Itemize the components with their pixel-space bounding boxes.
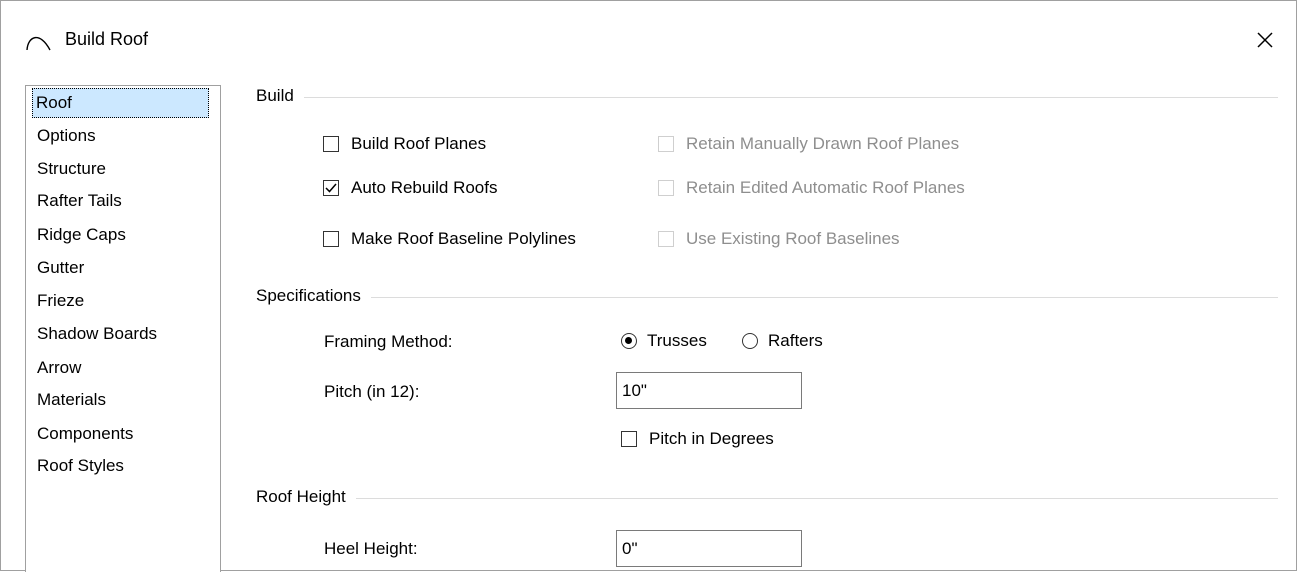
- build-heading: Build: [256, 86, 304, 106]
- checkbox-box: [658, 231, 674, 247]
- checkbox-box: [323, 180, 339, 196]
- retain-edited-automatic-checkbox[interactable]: Retain Edited Automatic Roof Planes: [658, 176, 965, 200]
- category-list[interactable]: Roof Options Structure Rafter Tails Ridg…: [25, 85, 221, 572]
- checkbox-box: [621, 431, 637, 447]
- close-button[interactable]: [1248, 23, 1282, 57]
- title-bar: Build Roof: [1, 1, 1296, 81]
- nav-item-options[interactable]: Options: [33, 121, 100, 151]
- specifications-heading: Specifications: [256, 286, 371, 306]
- nav-item-arrow[interactable]: Arrow: [33, 353, 85, 383]
- build-group-line: [256, 97, 1278, 98]
- nav-item-roof-styles[interactable]: Roof Styles: [33, 451, 128, 481]
- use-existing-baselines-label: Use Existing Roof Baselines: [686, 229, 900, 248]
- auto-rebuild-roofs-checkbox[interactable]: Auto Rebuild Roofs: [323, 176, 497, 200]
- nav-item-roof[interactable]: Roof: [32, 88, 209, 118]
- roof-icon: [24, 28, 62, 52]
- nav-item-frieze[interactable]: Frieze: [33, 286, 88, 316]
- nav-item-ridge-caps[interactable]: Ridge Caps: [33, 220, 130, 250]
- heel-height-input[interactable]: 0": [616, 530, 802, 567]
- checkbox-box: [658, 136, 674, 152]
- checkbox-box: [658, 180, 674, 196]
- pitch-in-degrees-label: Pitch in Degrees: [649, 429, 774, 448]
- trusses-radio[interactable]: Trusses: [621, 329, 707, 353]
- retain-edited-automatic-label: Retain Edited Automatic Roof Planes: [686, 178, 965, 197]
- trusses-label: Trusses: [647, 331, 707, 350]
- framing-method-label: Framing Method:: [324, 332, 453, 351]
- radio-circle: [621, 333, 637, 349]
- heel-height-label: Heel Height:: [324, 539, 418, 558]
- specifications-group-line: [256, 297, 1278, 298]
- window-title: Build Roof: [65, 29, 149, 49]
- nav-item-rafter-tails[interactable]: Rafter Tails: [33, 186, 126, 216]
- retain-manually-drawn-label: Retain Manually Drawn Roof Planes: [686, 134, 960, 153]
- nav-item-structure[interactable]: Structure: [33, 154, 110, 184]
- auto-rebuild-roofs-label: Auto Rebuild Roofs: [351, 178, 498, 197]
- pitch-input[interactable]: 10": [616, 372, 802, 409]
- checkmark-icon: [325, 183, 337, 193]
- pitch-label: Pitch (in 12):: [324, 382, 420, 401]
- use-existing-baselines-checkbox[interactable]: Use Existing Roof Baselines: [658, 227, 900, 251]
- make-roof-baseline-polylines-label: Make Roof Baseline Polylines: [351, 229, 576, 248]
- build-roof-planes-checkbox[interactable]: Build Roof Planes: [323, 132, 486, 156]
- retain-manually-drawn-checkbox[interactable]: Retain Manually Drawn Roof Planes: [658, 132, 959, 156]
- roof-height-heading: Roof Height: [256, 487, 356, 507]
- roof-height-group-line: [256, 498, 1278, 499]
- rafters-label: Rafters: [768, 331, 823, 350]
- nav-item-gutter[interactable]: Gutter: [33, 253, 88, 283]
- build-roof-planes-label: Build Roof Planes: [351, 134, 487, 153]
- make-roof-baseline-polylines-checkbox[interactable]: Make Roof Baseline Polylines: [323, 227, 576, 251]
- nav-item-materials[interactable]: Materials: [33, 385, 110, 415]
- checkbox-box: [323, 231, 339, 247]
- checkbox-box: [323, 136, 339, 152]
- nav-item-components[interactable]: Components: [33, 419, 137, 449]
- nav-item-shadow-boards[interactable]: Shadow Boards: [33, 319, 161, 349]
- radio-circle: [742, 333, 758, 349]
- close-icon: [1257, 32, 1273, 48]
- build-roof-dialog: Build Roof Roof Options Structure Rafter…: [0, 0, 1297, 572]
- pitch-in-degrees-checkbox[interactable]: Pitch in Degrees: [621, 427, 774, 451]
- rafters-radio[interactable]: Rafters: [742, 329, 823, 353]
